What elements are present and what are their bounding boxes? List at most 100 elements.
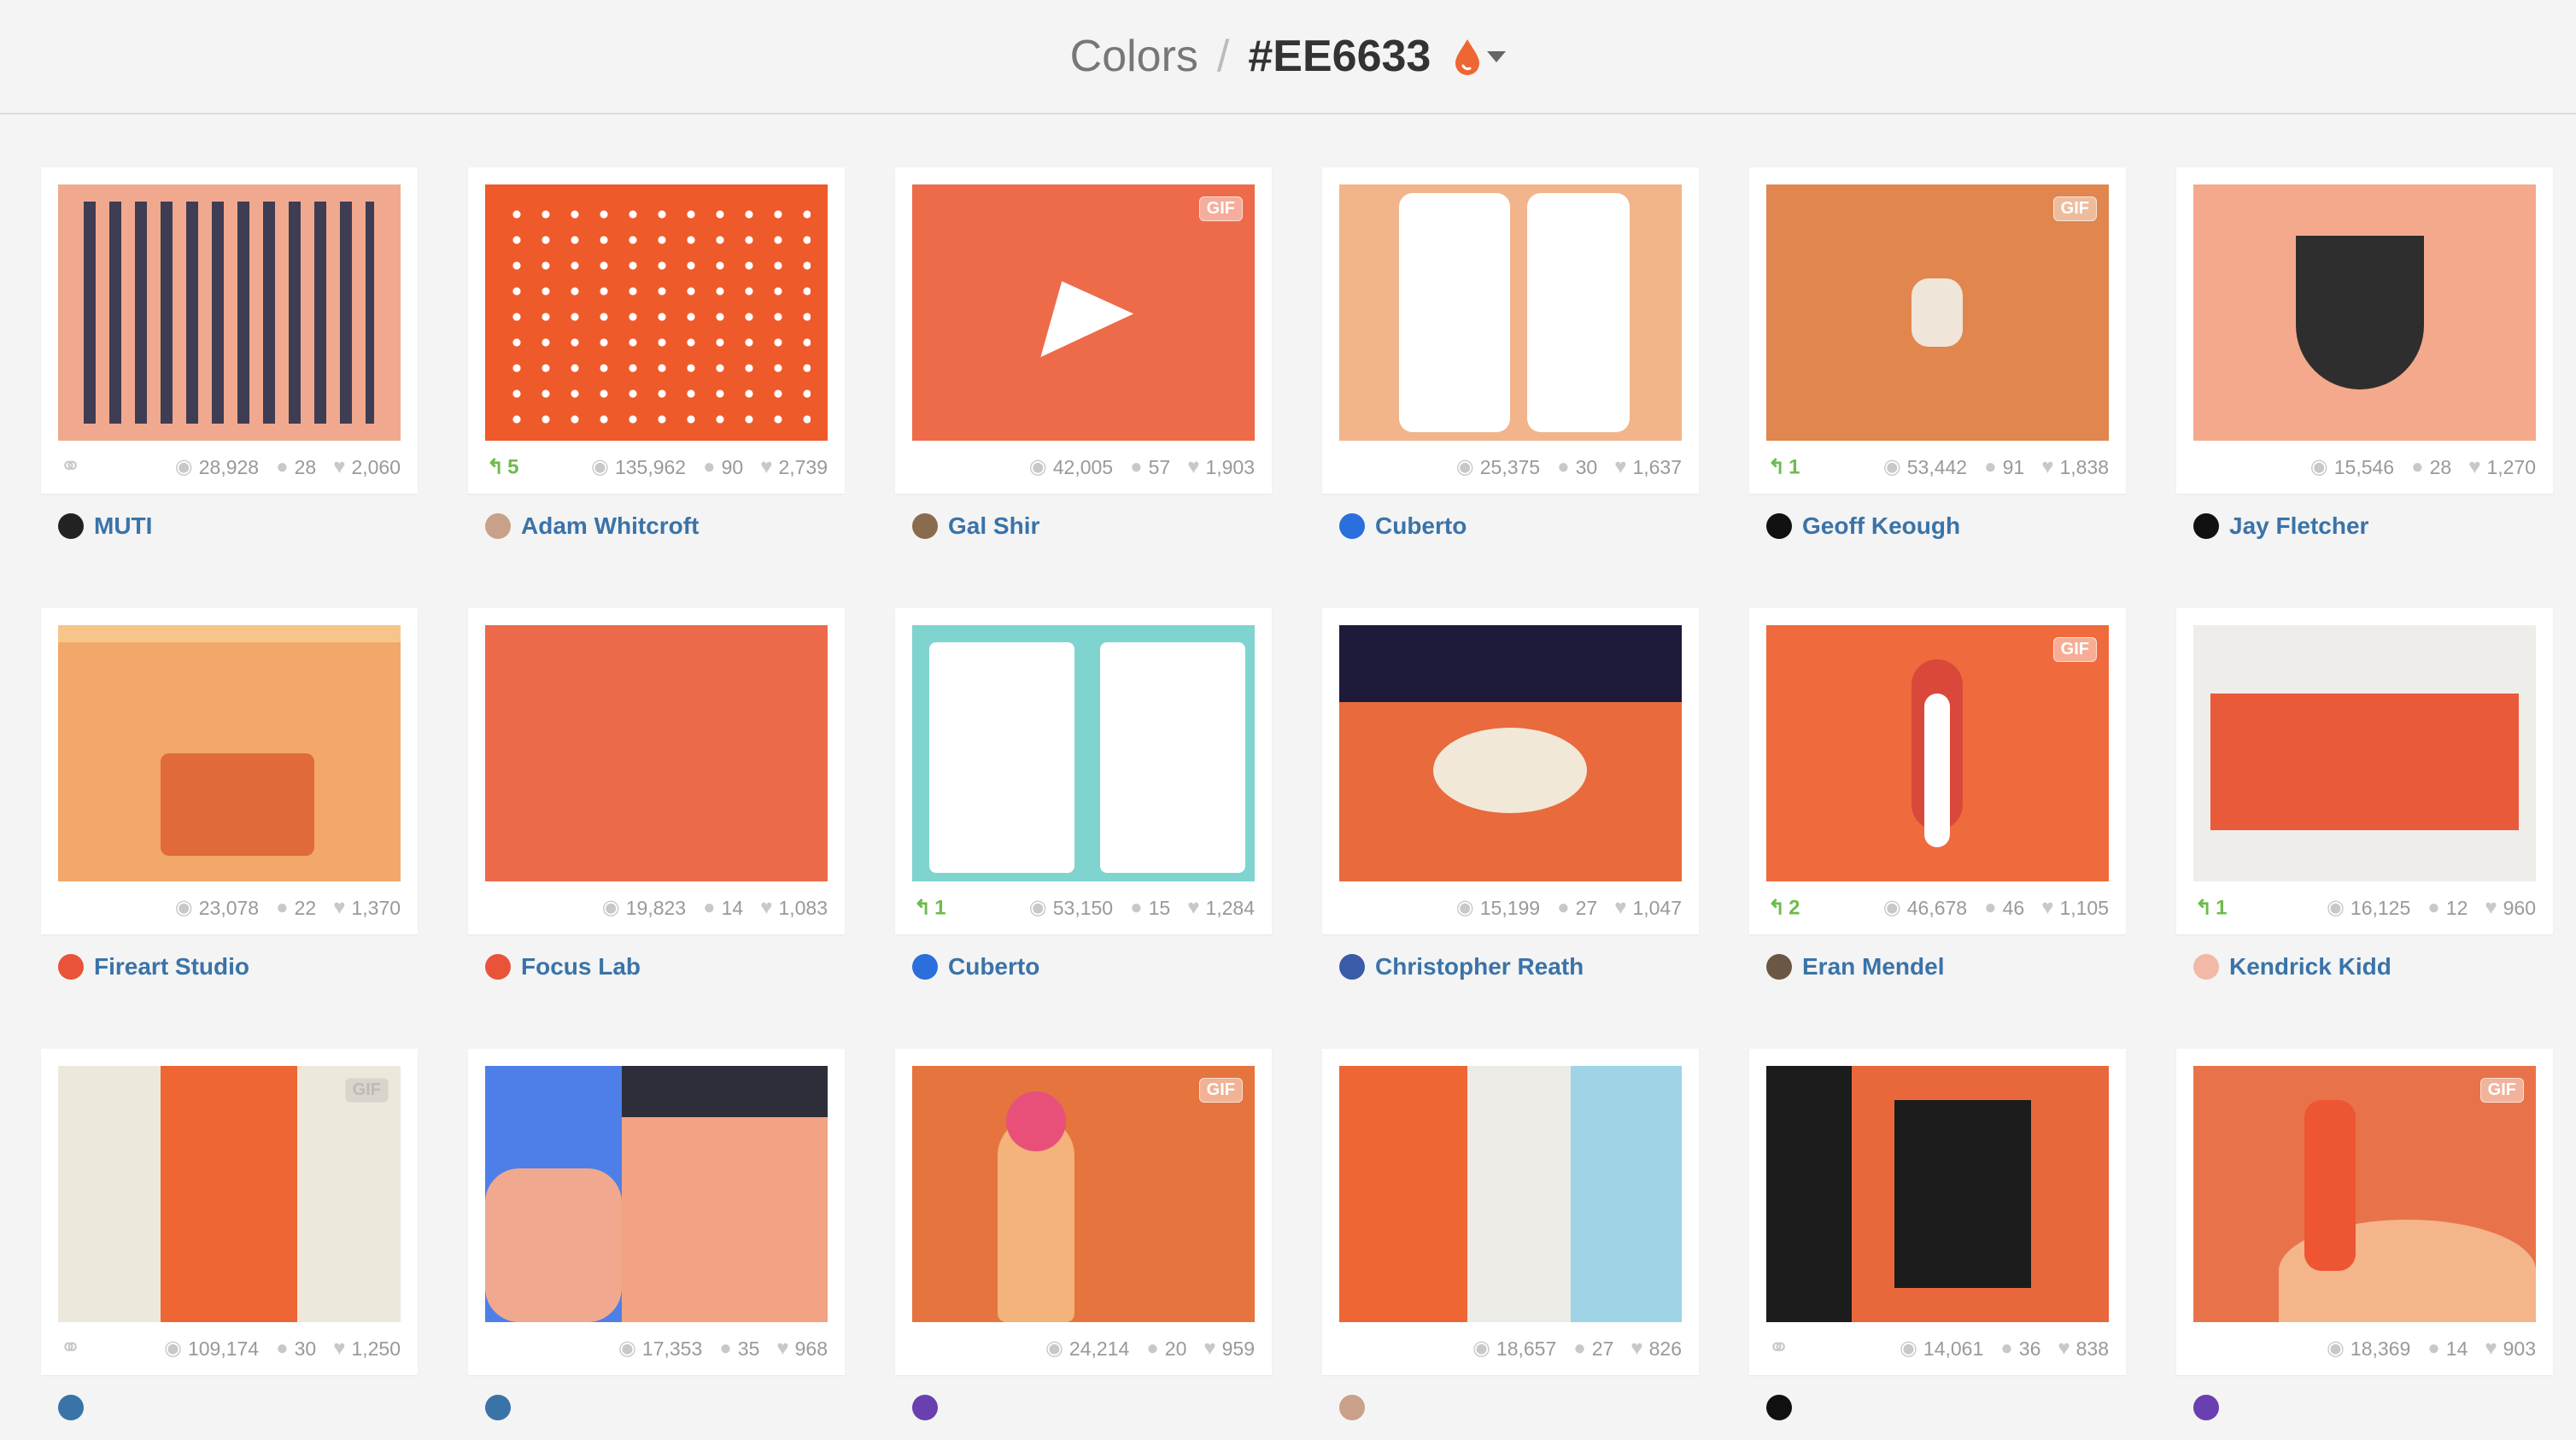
likes-stat[interactable]: ♥ 903: [2485, 1338, 2536, 1361]
shot-author[interactable]: Cuberto: [895, 934, 1272, 999]
rebounds-link[interactable]: ↰ 5: [487, 455, 518, 480]
comments-stat[interactable]: ● 20: [1146, 1338, 1186, 1361]
shot-thumbnail[interactable]: GIF: [1766, 625, 2109, 881]
avatar[interactable]: [912, 513, 938, 539]
color-picker-dropdown[interactable]: [1453, 38, 1507, 75]
comments-stat[interactable]: ● 57: [1130, 456, 1170, 479]
likes-stat[interactable]: ♥ 1,047: [1614, 897, 1682, 920]
shot-thumbnail[interactable]: [485, 184, 828, 441]
likes-stat[interactable]: ♥ 959: [1203, 1338, 1255, 1361]
rebounds-link[interactable]: ↰ 1: [2195, 896, 2227, 921]
avatar[interactable]: [1339, 954, 1365, 980]
comments-stat[interactable]: ● 14: [703, 897, 743, 920]
shot-thumbnail[interactable]: [2193, 625, 2536, 881]
shot-thumbnail[interactable]: [58, 184, 401, 441]
shot-thumbnail[interactable]: GIF: [58, 1066, 401, 1322]
likes-stat[interactable]: ♥ 1,838: [2041, 456, 2109, 479]
shot-thumbnail[interactable]: [485, 625, 828, 881]
likes-stat[interactable]: ♥ 1,370: [333, 897, 401, 920]
author-name[interactable]: Christopher Reath: [1375, 953, 1584, 980]
shot-thumbnail[interactable]: GIF: [912, 184, 1255, 441]
author-name[interactable]: Focus Lab: [521, 953, 641, 980]
link-icon[interactable]: ⚭: [1768, 1336, 1789, 1361]
shot-thumbnail[interactable]: GIF: [1766, 184, 2109, 441]
likes-stat[interactable]: ♥ 968: [776, 1338, 828, 1361]
comments-stat[interactable]: ● 30: [1557, 456, 1597, 479]
shot-author[interactable]: MUTI: [41, 494, 418, 559]
avatar[interactable]: [1766, 513, 1792, 539]
likes-stat[interactable]: ♥ 1,903: [1187, 456, 1255, 479]
likes-stat[interactable]: ♥ 960: [2485, 897, 2536, 920]
avatar[interactable]: [58, 1395, 84, 1420]
comments-stat[interactable]: ● 14: [2427, 1338, 2468, 1361]
shot-author[interactable]: [1322, 1375, 1699, 1440]
likes-stat[interactable]: ♥ 826: [1630, 1338, 1682, 1361]
rebounds-link[interactable]: ↰ 2: [1768, 896, 1800, 921]
author-name[interactable]: MUTI: [94, 512, 152, 540]
likes-stat[interactable]: ♥ 838: [2058, 1338, 2109, 1361]
comments-stat[interactable]: ● 28: [276, 456, 316, 479]
comments-stat[interactable]: ● 15: [1130, 897, 1170, 920]
avatar[interactable]: [485, 513, 511, 539]
author-name[interactable]: Adam Whitcroft: [521, 512, 699, 540]
shot-author[interactable]: Adam Whitcroft: [468, 494, 845, 559]
author-name[interactable]: Cuberto: [948, 953, 1039, 980]
shot-thumbnail[interactable]: [1339, 184, 1682, 441]
likes-stat[interactable]: ♥ 1,105: [2041, 897, 2109, 920]
avatar[interactable]: [1766, 954, 1792, 980]
comments-stat[interactable]: ● 27: [1557, 897, 1597, 920]
author-name[interactable]: Jay Fletcher: [2229, 512, 2368, 540]
likes-stat[interactable]: ♥ 1,284: [1187, 897, 1255, 920]
likes-stat[interactable]: ♥ 2,739: [760, 456, 828, 479]
avatar[interactable]: [485, 1395, 511, 1420]
avatar[interactable]: [912, 954, 938, 980]
breadcrumb-colors-link[interactable]: Colors: [1070, 31, 1198, 82]
author-name[interactable]: Fireart Studio: [94, 953, 249, 980]
likes-stat[interactable]: ♥ 1,250: [333, 1338, 401, 1361]
link-icon[interactable]: ⚭: [60, 1336, 81, 1361]
avatar[interactable]: [1339, 513, 1365, 539]
comments-stat[interactable]: ● 22: [276, 897, 316, 920]
link-icon[interactable]: ⚭: [60, 454, 81, 480]
shot-author[interactable]: [468, 1375, 845, 1440]
shot-author[interactable]: [41, 1375, 418, 1440]
comments-stat[interactable]: ● 90: [703, 456, 743, 479]
shot-thumbnail[interactable]: GIF: [912, 1066, 1255, 1322]
comments-stat[interactable]: ● 91: [1984, 456, 2024, 479]
shot-thumbnail[interactable]: [1339, 625, 1682, 881]
likes-stat[interactable]: ♥ 1,083: [760, 897, 828, 920]
author-name[interactable]: Cuberto: [1375, 512, 1467, 540]
shot-thumbnail[interactable]: GIF: [485, 1066, 828, 1322]
avatar[interactable]: [2193, 513, 2219, 539]
shot-thumbnail[interactable]: GIF: [2193, 1066, 2536, 1322]
author-name[interactable]: Eran Mendel: [1802, 953, 1944, 980]
shot-author[interactable]: Christopher Reath: [1322, 934, 1699, 999]
shot-author[interactable]: Eran Mendel: [1749, 934, 2126, 999]
shot-author[interactable]: [1749, 1375, 2126, 1440]
likes-stat[interactable]: ♥ 2,060: [333, 456, 401, 479]
avatar[interactable]: [58, 954, 84, 980]
author-name[interactable]: Gal Shir: [948, 512, 1039, 540]
comments-stat[interactable]: ● 30: [276, 1338, 316, 1361]
comments-stat[interactable]: ● 28: [2411, 456, 2451, 479]
shot-thumbnail[interactable]: [58, 625, 401, 881]
avatar[interactable]: [485, 954, 511, 980]
comments-stat[interactable]: ● 46: [1984, 897, 2024, 920]
shot-author[interactable]: Geoff Keough: [1749, 494, 2126, 559]
avatar[interactable]: [2193, 954, 2219, 980]
rebounds-link[interactable]: ↰ 1: [914, 896, 946, 921]
comments-stat[interactable]: ● 12: [2427, 897, 2468, 920]
shot-author[interactable]: Cuberto: [1322, 494, 1699, 559]
shot-author[interactable]: [2176, 1375, 2553, 1440]
shot-author[interactable]: Jay Fletcher: [2176, 494, 2553, 559]
shot-thumbnail[interactable]: [912, 625, 1255, 881]
shot-author[interactable]: Kendrick Kidd: [2176, 934, 2553, 999]
shot-author[interactable]: [895, 1375, 1272, 1440]
comments-stat[interactable]: ● 36: [2000, 1338, 2040, 1361]
shot-thumbnail[interactable]: [1766, 1066, 2109, 1322]
comments-stat[interactable]: ● 27: [1573, 1338, 1613, 1361]
shot-author[interactable]: Focus Lab: [468, 934, 845, 999]
avatar[interactable]: [58, 513, 84, 539]
rebounds-link[interactable]: ↰ 1: [1768, 455, 1800, 480]
shot-thumbnail[interactable]: [2193, 184, 2536, 441]
